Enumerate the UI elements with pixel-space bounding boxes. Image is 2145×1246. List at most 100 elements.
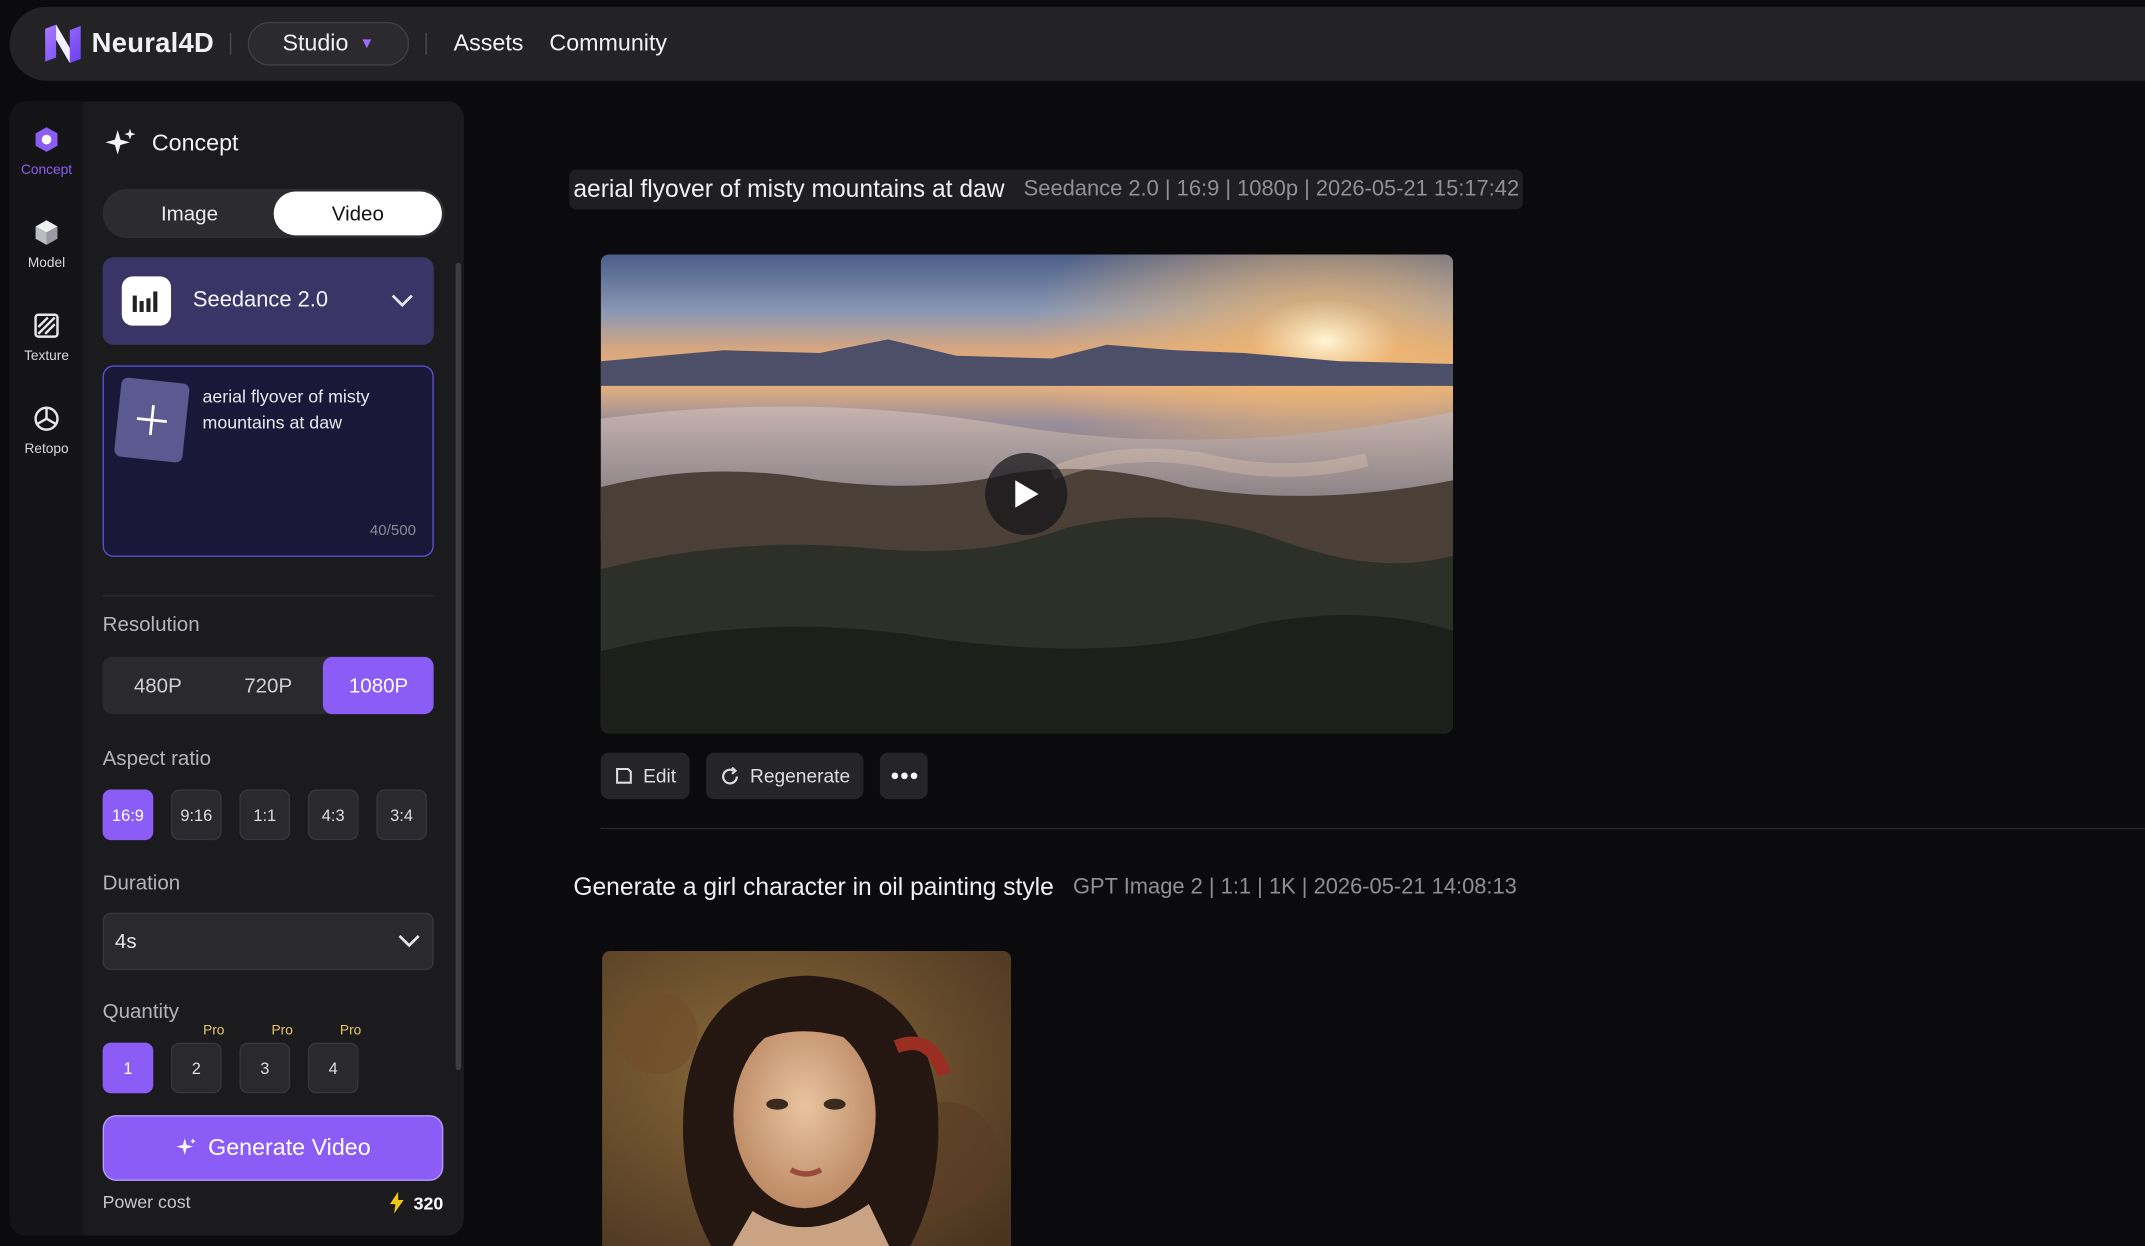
aspect-ratio-label: Aspect ratio xyxy=(102,747,212,771)
aspect-4-3[interactable]: 4:3 xyxy=(307,789,359,841)
retopo-icon xyxy=(34,406,59,431)
refresh-icon xyxy=(722,766,739,784)
nav-community[interactable]: Community xyxy=(549,30,667,57)
duration-label: Duration xyxy=(102,871,181,895)
pro-badge: Pro xyxy=(203,1023,225,1039)
sparkle-icon xyxy=(176,1138,196,1155)
rail-label: Texture xyxy=(24,348,69,364)
cube-icon xyxy=(35,220,58,245)
pro-badge: Pro xyxy=(271,1023,293,1039)
regenerate-button[interactable]: Regenerate xyxy=(706,752,864,800)
plus-icon xyxy=(136,404,167,436)
generate-label: Generate Video xyxy=(208,1134,371,1161)
model-selector[interactable]: Seedance 2.0 xyxy=(102,257,434,345)
lightning-icon xyxy=(390,1191,405,1214)
studio-label: Studio xyxy=(282,30,349,57)
play-button[interactable] xyxy=(985,452,1068,536)
entry-actions: Edit Regenerate xyxy=(600,752,929,800)
brand-logo[interactable]: Neural4D xyxy=(40,21,214,68)
concept-icon xyxy=(35,127,58,152)
generated-video[interactable] xyxy=(600,254,1454,734)
rail-label: Retopo xyxy=(24,441,69,458)
generated-image[interactable] xyxy=(602,950,1012,1246)
panel-title: Concept xyxy=(103,126,239,162)
quantity-selector: 1 2 Pro 3 Pro 4 Pro xyxy=(102,1023,361,1094)
tool-rail: Concept Model Texture Retopo xyxy=(9,101,84,1236)
edit-icon xyxy=(616,767,632,784)
add-reference-button[interactable] xyxy=(113,377,191,464)
aspect-1-1[interactable]: 1:1 xyxy=(239,789,291,841)
mode-toggle: Image Video xyxy=(102,188,445,239)
model-name: Seedance 2.0 xyxy=(192,288,329,312)
panel-scrollbar[interactable] xyxy=(455,262,462,1071)
texture-icon xyxy=(34,313,59,338)
panel-title-text: Concept xyxy=(151,129,239,156)
more-icon xyxy=(891,772,918,780)
chevron-down-icon xyxy=(391,294,413,308)
aspect-3-4[interactable]: 3:4 xyxy=(376,789,427,841)
more-options-button[interactable] xyxy=(880,752,929,800)
prompt-box[interactable]: aerial flyover of misty mountains at daw… xyxy=(102,365,434,557)
char-counter: 40/500 xyxy=(369,522,416,540)
power-cost-label: Power cost xyxy=(102,1191,191,1213)
aspect-ratio-selector: 16:9 9:16 1:1 4:3 3:4 xyxy=(102,789,427,841)
rail-item-concept[interactable]: Concept xyxy=(10,126,84,178)
entry-prompt: Generate a girl character in oil paintin… xyxy=(573,872,1054,901)
quantity-value: 2 xyxy=(191,1058,201,1078)
quantity-label: Quantity xyxy=(102,1000,180,1024)
left-panel: Concept Model Texture Retopo Concept Ima… xyxy=(9,101,464,1236)
entry-header: Generate a girl character in oil paintin… xyxy=(573,873,1517,902)
divider xyxy=(600,827,2145,830)
quantity-1[interactable]: 1 xyxy=(102,1042,154,1094)
oil-painting-portrait-image xyxy=(602,950,1012,1246)
rail-label: Model xyxy=(27,255,66,271)
power-cost-row: Power cost 320 xyxy=(102,1191,444,1214)
chevron-down-icon xyxy=(398,934,420,948)
quantity-value: 4 xyxy=(328,1058,338,1078)
caret-down-icon: ▼ xyxy=(359,35,375,52)
nav-assets[interactable]: Assets xyxy=(454,30,524,57)
rail-item-texture[interactable]: Texture xyxy=(10,312,84,364)
resolution-1080p[interactable]: 1080P xyxy=(323,656,434,715)
resolution-480p[interactable]: 480P xyxy=(103,657,213,714)
generate-video-button[interactable]: Generate Video xyxy=(102,1115,444,1181)
quantity-2[interactable]: 2 Pro xyxy=(171,1023,224,1094)
regenerate-label: Regenerate xyxy=(749,764,851,787)
quantity-value: 3 xyxy=(260,1058,270,1078)
play-icon xyxy=(1015,480,1039,508)
rail-item-model[interactable]: Model xyxy=(10,219,84,271)
prompt-text[interactable]: aerial flyover of misty mountains at daw xyxy=(203,383,422,435)
sparkle-icon xyxy=(105,128,136,155)
concept-panel: Concept Image Video Seedance 2.0 aerial … xyxy=(102,101,445,1235)
neural4d-logo-icon xyxy=(45,24,81,63)
edit-button[interactable]: Edit xyxy=(600,752,690,800)
rail-item-retopo[interactable]: Retopo xyxy=(10,405,84,457)
top-bar: Neural4D Studio ▼ Assets Community xyxy=(9,6,2145,81)
power-cost-value-wrap: 320 xyxy=(389,1191,444,1214)
quantity-4[interactable]: 4 Pro xyxy=(307,1023,361,1094)
divider xyxy=(102,595,434,597)
edit-label: Edit xyxy=(643,764,677,787)
quantity-3[interactable]: 3 Pro xyxy=(239,1023,293,1094)
aspect-16-9[interactable]: 16:9 xyxy=(102,789,154,841)
brand-name: Neural4D xyxy=(91,28,215,59)
duration-select[interactable]: 4s xyxy=(102,912,434,971)
tab-image[interactable]: Image xyxy=(105,192,273,236)
entry-header: aerial flyover of misty mountains at daw… xyxy=(569,169,1524,210)
power-cost-value: 320 xyxy=(413,1192,444,1213)
entry-prompt: aerial flyover of misty mountains at daw xyxy=(573,175,1005,203)
seedance-logo-icon xyxy=(121,276,172,326)
quantity-value: 1 xyxy=(123,1058,133,1078)
entry-meta: GPT Image 2 | 1:1 | 1K | 2026-05-21 14:0… xyxy=(1073,875,1517,899)
duration-value: 4s xyxy=(114,929,137,954)
tab-video[interactable]: Video xyxy=(273,191,442,236)
pro-badge: Pro xyxy=(339,1023,362,1039)
aspect-9-16[interactable]: 9:16 xyxy=(171,789,222,841)
studio-dropdown[interactable]: Studio ▼ xyxy=(248,21,409,66)
divider xyxy=(230,32,232,55)
rail-label: Concept xyxy=(21,162,73,178)
resolution-720p[interactable]: 720P xyxy=(213,657,323,714)
entry-meta: Seedance 2.0 | 16:9 | 1080p | 2026-05-21… xyxy=(1023,177,1520,201)
resolution-selector: 480P 720P 1080P xyxy=(102,656,434,715)
resolution-label: Resolution xyxy=(102,612,200,637)
